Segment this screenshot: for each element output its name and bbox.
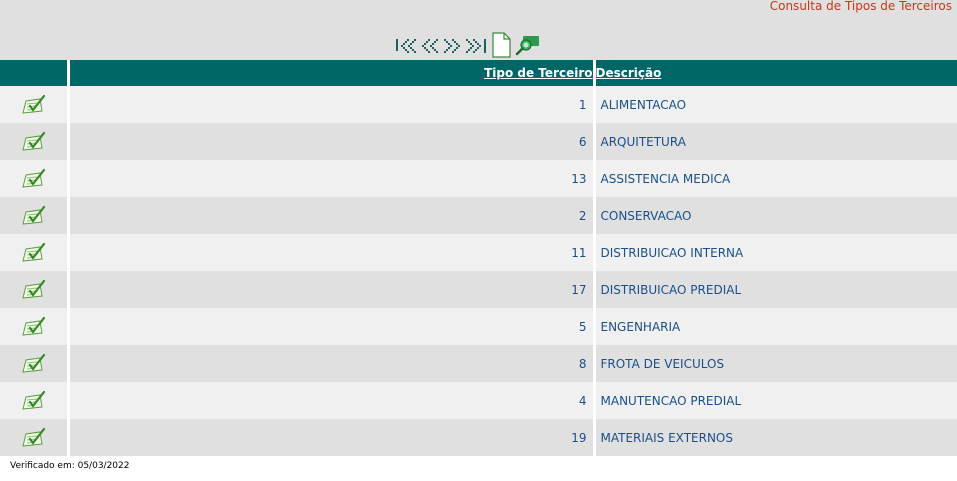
edit-cell	[0, 345, 70, 382]
table-row: 5 ENGENHARIA	[0, 308, 957, 345]
table-row: 11 DISTRIBUICAO INTERNA	[0, 234, 957, 271]
sort-by-tipo-link[interactable]: Tipo de Terceiro	[484, 66, 592, 80]
edit-cell	[0, 160, 70, 197]
descricao-cell: ENGENHARIA	[594, 308, 957, 345]
edit-cell	[0, 308, 70, 345]
edit-icon[interactable]	[20, 278, 46, 302]
table-row: 13 ASSISTENCIA MEDICA	[0, 160, 957, 197]
tipo-cell: 2	[68, 197, 596, 234]
edit-icon[interactable]	[20, 204, 46, 228]
last-page-icon[interactable]	[464, 33, 487, 57]
tipo-cell: 1	[68, 86, 596, 123]
edit-cell	[0, 86, 70, 123]
edit-icon[interactable]	[20, 315, 46, 339]
tipo-cell: 8	[68, 345, 596, 382]
edit-icon[interactable]	[20, 426, 46, 450]
edit-icon[interactable]	[20, 241, 46, 265]
table-row: 6 ARQUITETURA	[0, 123, 957, 160]
tipo-cell: 5	[68, 308, 596, 345]
edit-icon[interactable]	[20, 93, 46, 117]
edit-cell	[0, 419, 70, 456]
descricao-cell: ASSISTENCIA MEDICA	[594, 160, 957, 197]
edit-icon[interactable]	[20, 167, 46, 191]
descricao-cell: FROTA DE VEICULOS	[594, 345, 957, 382]
first-page-icon[interactable]	[395, 33, 418, 57]
new-document-icon[interactable]	[491, 32, 511, 58]
tipo-cell: 4	[68, 382, 596, 419]
edit-icon[interactable]	[20, 389, 46, 413]
descricao-cell: ALIMENTACAO	[594, 86, 957, 123]
column-header-descricao: Descrição	[594, 60, 957, 86]
edit-icon[interactable]	[20, 352, 46, 376]
descricao-cell: CONSERVACAO	[594, 197, 957, 234]
top-bar: Consulta de Tipos de Terceiros	[0, 0, 957, 60]
tipo-cell: 13	[68, 160, 596, 197]
table-row: 4 MANUTENCAO PREDIAL	[0, 382, 957, 419]
third-party-types-table: Tipo de Terceiro Descrição 1 ALIMENTACAO 6…	[0, 60, 957, 456]
tipo-cell: 17	[68, 271, 596, 308]
edit-cell	[0, 197, 70, 234]
page-title: Consulta de Tipos de Terceiros	[769, 0, 952, 13]
table-row: 8 FROTA DE VEICULOS	[0, 345, 957, 382]
table-header-row: Tipo de Terceiro Descrição	[0, 60, 957, 86]
descricao-cell: ARQUITETURA	[594, 123, 957, 160]
table-row: 2 CONSERVACAO	[0, 197, 957, 234]
edit-cell	[0, 271, 70, 308]
edit-icon[interactable]	[20, 130, 46, 154]
previous-page-icon[interactable]	[418, 33, 441, 57]
descricao-cell: DISTRIBUICAO INTERNA	[594, 234, 957, 271]
search-icon[interactable]	[515, 33, 541, 57]
next-page-icon[interactable]	[441, 33, 464, 57]
column-header-tipo: Tipo de Terceiro	[68, 60, 596, 86]
sort-by-descricao-link[interactable]: Descrição	[596, 66, 662, 80]
tipo-cell: 11	[68, 234, 596, 271]
edit-cell	[0, 382, 70, 419]
edit-column-header	[0, 60, 70, 86]
table-row: 17 DISTRIBUICAO PREDIAL	[0, 271, 957, 308]
tipo-cell: 6	[68, 123, 596, 160]
table-row: 19 MATERIAIS EXTERNOS	[0, 419, 957, 456]
verified-date: Verificado em: 05/03/2022	[10, 461, 130, 471]
edit-cell	[0, 234, 70, 271]
edit-cell	[0, 123, 70, 160]
pagination-toolbar	[395, 32, 541, 58]
descricao-cell: MATERIAIS EXTERNOS	[594, 419, 957, 456]
table-row: 1 ALIMENTACAO	[0, 86, 957, 123]
descricao-cell: MANUTENCAO PREDIAL	[594, 382, 957, 419]
tipo-cell: 19	[68, 419, 596, 456]
descricao-cell: DISTRIBUICAO PREDIAL	[594, 271, 957, 308]
